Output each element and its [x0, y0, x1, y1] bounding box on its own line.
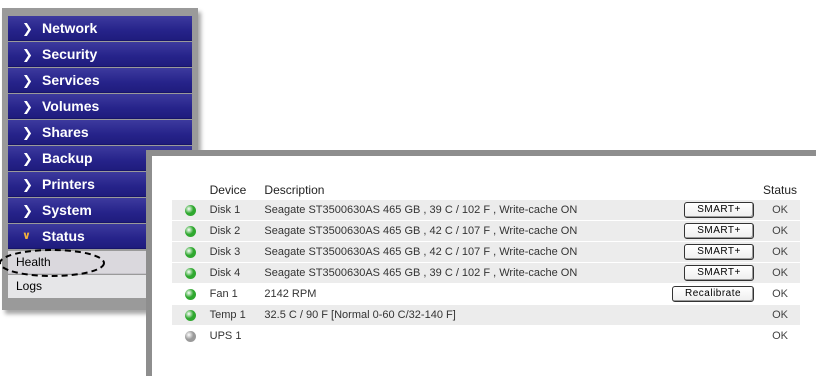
sidebar-item-network[interactable]: ❯ Network — [8, 16, 192, 41]
status-cell: OK — [760, 304, 800, 326]
device-cell: UPS 1 — [209, 325, 265, 347]
table-row-fan-1: Fan 1 2142 RPM Recalibrate OK — [172, 283, 800, 305]
status-cell: OK — [760, 220, 800, 242]
description-cell: Seagate ST3500630AS 465 GB , 39 C / 102 … — [264, 200, 633, 221]
health-window: Device Description Status Disk 1 Seagate… — [146, 150, 816, 376]
status-led-icon — [185, 309, 197, 321]
device-cell: Disk 3 — [209, 241, 265, 263]
chevron-right-icon: ❯ — [22, 202, 33, 218]
sidebar-item-label: System — [42, 201, 92, 218]
description-cell: 2142 RPM — [264, 283, 633, 305]
status-cell: OK — [760, 241, 800, 263]
device-cell: Temp 1 — [209, 304, 265, 326]
smart-button[interactable]: SMART+ — [684, 244, 755, 260]
table-header-row: Device Description Status — [172, 180, 800, 200]
device-cell: Disk 4 — [209, 262, 265, 284]
status-cell: OK — [760, 262, 800, 284]
smart-button[interactable]: SMART+ — [684, 223, 755, 239]
sidebar-item-label: Status — [42, 227, 85, 244]
device-cell: Fan 1 — [209, 283, 265, 305]
sidebar-item-label: Backup — [42, 149, 93, 166]
header-description: Description — [264, 183, 325, 197]
status-cell: OK — [760, 283, 800, 305]
submenu-item-label: Logs — [16, 279, 43, 293]
sidebar-item-services[interactable]: ❯ Services — [8, 68, 192, 93]
table-row-disk-1: Disk 1 Seagate ST3500630AS 465 GB , 39 C… — [172, 200, 800, 221]
status-led-icon — [185, 246, 197, 258]
screenshot-stage: ❯ Network ❯ Security ❯ Services ❯ Volume… — [0, 0, 816, 376]
table-row-disk-4: Disk 4 Seagate ST3500630AS 465 GB , 39 C… — [172, 262, 800, 284]
header-action — [633, 180, 760, 200]
status-cell: OK — [760, 200, 800, 221]
device-cell: Disk 1 — [209, 200, 265, 221]
chevron-right-icon: ❯ — [22, 72, 33, 88]
device-cell: Disk 2 — [209, 220, 265, 242]
header-status: Status — [763, 183, 798, 197]
description-cell: Seagate ST3500630AS 465 GB , 42 C / 107 … — [264, 241, 633, 263]
smart-button[interactable]: SMART+ — [684, 202, 755, 218]
smart-button[interactable]: SMART+ — [684, 265, 755, 281]
sidebar-item-label: Shares — [42, 123, 89, 140]
status-led-icon — [185, 267, 197, 279]
sidebar-item-label: Services — [42, 71, 100, 88]
health-panel: Device Description Status Disk 1 Seagate… — [152, 156, 816, 376]
chevron-right-icon: ❯ — [22, 176, 33, 192]
description-cell: 32.5 C / 90 F [Normal 0-60 C/32-140 F] — [264, 304, 633, 326]
sidebar-item-security[interactable]: ❯ Security — [8, 42, 192, 67]
table-row-ups-1: UPS 1 OK — [172, 325, 800, 347]
chevron-right-icon: ❯ — [22, 98, 33, 114]
header-device: Device — [209, 183, 247, 197]
sidebar-item-label: Volumes — [42, 97, 100, 114]
description-cell: Seagate ST3500630AS 465 GB , 39 C / 102 … — [264, 262, 633, 284]
status-led-icon — [185, 330, 197, 342]
chevron-down-icon: ∨ — [22, 229, 31, 242]
chevron-right-icon: ❯ — [22, 124, 33, 140]
status-led-icon — [185, 204, 197, 216]
sidebar-item-volumes[interactable]: ❯ Volumes — [8, 94, 192, 119]
chevron-right-icon: ❯ — [22, 150, 33, 166]
table-row-disk-3: Disk 3 Seagate ST3500630AS 465 GB , 42 C… — [172, 241, 800, 263]
sidebar-item-shares[interactable]: ❯ Shares — [8, 120, 192, 145]
sidebar-item-label: Network — [42, 19, 98, 36]
health-table: Device Description Status Disk 1 Seagate… — [172, 180, 800, 347]
sidebar-item-label: Printers — [42, 175, 95, 192]
recalibrate-button[interactable]: Recalibrate — [672, 286, 755, 302]
sidebar-item-label: Security — [42, 45, 98, 62]
description-cell: Seagate ST3500630AS 465 GB , 42 C / 107 … — [264, 220, 633, 242]
highlight-callout — [0, 249, 105, 277]
chevron-right-icon: ❯ — [22, 20, 33, 36]
status-led-icon — [185, 225, 197, 237]
chevron-right-icon: ❯ — [22, 46, 33, 62]
header-led — [172, 180, 210, 200]
status-led-icon — [185, 288, 197, 300]
description-cell — [264, 325, 633, 347]
table-row-disk-2: Disk 2 Seagate ST3500630AS 465 GB , 42 C… — [172, 220, 800, 242]
table-row-temp-1: Temp 1 32.5 C / 90 F [Normal 0-60 C/32-1… — [172, 304, 800, 326]
status-cell: OK — [760, 325, 800, 347]
